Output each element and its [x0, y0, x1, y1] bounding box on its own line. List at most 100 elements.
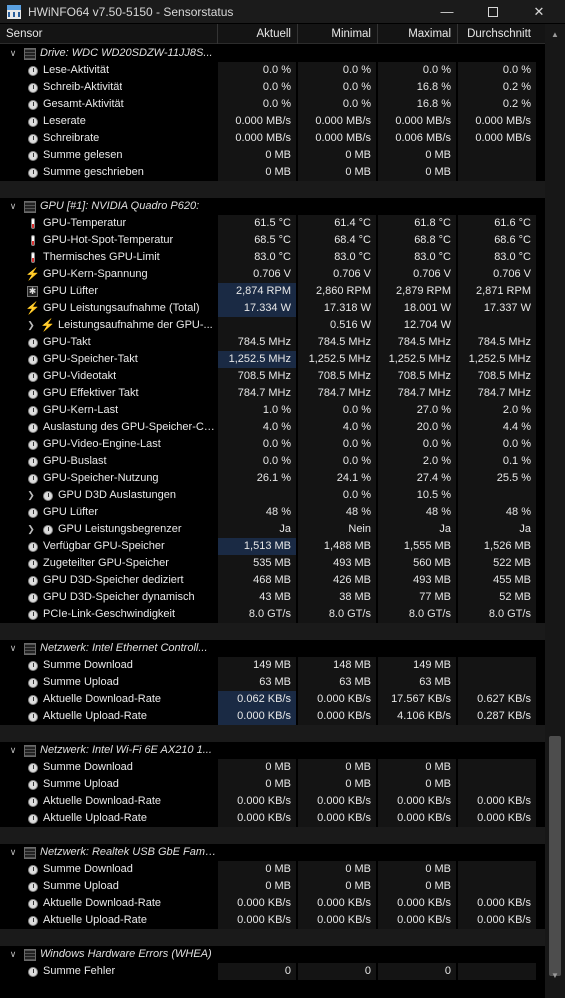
collapse-chevron-icon[interactable]: ∨ [8, 844, 18, 861]
column-header-sensor[interactable]: Sensor [0, 24, 217, 44]
device-chip-icon [24, 200, 36, 213]
sensor-label: GPU-Takt [43, 336, 91, 348]
sensor-row[interactable]: GPU-Speicher-Takt 1,252.5 MHz 1,252.5 MHz 1… [0, 351, 545, 368]
value-current [218, 45, 296, 62]
sensor-row[interactable]: Summe Upload 63 MB 63 MB 63 MB [0, 674, 545, 691]
sensor-row[interactable]: Summe gelesen 0 MB 0 MB 0 MB [0, 147, 545, 164]
sensor-row[interactable]: Gesamt-Aktivität 0.0 % 0.0 % 16.8 % 0.2 % [0, 96, 545, 113]
close-button[interactable]: ✕ [516, 0, 562, 23]
sensor-group-row[interactable]: ∨ Netzwerk: Intel Ethernet Controll... [0, 640, 545, 657]
value-current [218, 742, 296, 759]
row-spacer [0, 725, 545, 742]
expand-chevron-icon[interactable]: ❯ [26, 487, 36, 504]
expand-chevron-icon[interactable]: ❯ [26, 317, 36, 334]
column-header-average[interactable]: Durchschnitt [457, 24, 537, 44]
scroll-up-icon[interactable]: ▲ [545, 27, 565, 43]
collapse-chevron-icon[interactable]: ∨ [8, 640, 18, 657]
sensor-group-row[interactable]: ∨ Windows Hardware Errors (WHEA) [0, 946, 545, 963]
sensor-row[interactable]: Aktuelle Download-Rate 0.000 KB/s 0.000 KB… [0, 895, 545, 912]
sensor-row[interactable]: ⚡ GPU Leistungsaufnahme (Total) 17.334 W 17… [0, 300, 545, 317]
sensor-row[interactable]: GPU-Videotakt 708.5 MHz 708.5 MHz 708.5 MHz… [0, 368, 545, 385]
value-maximum: 0.0 % [378, 62, 456, 79]
sensor-row[interactable]: Summe Download 0 MB 0 MB 0 MB [0, 861, 545, 878]
sensor-row[interactable]: Verfügbar GPU-Speicher 1,513 MB 1,488 MB 1,… [0, 538, 545, 555]
sensor-row[interactable]: Aktuelle Upload-Rate 0.000 KB/s 0.000 KB/s… [0, 708, 545, 725]
sensor-label: GPU-Video-Engine-Last [43, 438, 161, 450]
value-average: 4.4 % [458, 419, 536, 436]
sensor-row[interactable]: Summe Upload 0 MB 0 MB 0 MB [0, 776, 545, 793]
sensor-name-cell: ∨ Netzwerk: Intel Wi-Fi 6E AX210 1... [0, 742, 217, 759]
sensor-row[interactable]: GPU-Kern-Last 1.0 % 0.0 % 27.0 % 2.0 % [0, 402, 545, 419]
sensor-label: GPU D3D-Speicher dediziert [43, 574, 184, 586]
sensor-row[interactable]: ❯ GPU D3D Auslastungen 0.0 % 10.5 % [0, 487, 545, 504]
column-header-maximum[interactable]: Maximal [377, 24, 457, 44]
sensor-row[interactable]: ✱ GPU Lüfter 2,874 RPM 2,860 RPM 2,879 RPM 2,… [0, 283, 545, 300]
sensor-label: GPU-Kern-Spannung [43, 268, 148, 280]
sensor-group-row[interactable]: ∨ Drive: WDC WD20SDZW-11JJ8S... [0, 45, 545, 62]
sensor-group-row[interactable]: ∨ Netzwerk: Intel Wi-Fi 6E AX210 1... [0, 742, 545, 759]
sensor-row[interactable]: Aktuelle Upload-Rate 0.000 KB/s 0.000 KB/s… [0, 810, 545, 827]
sensor-row[interactable]: GPU-Buslast 0.0 % 0.0 % 2.0 % 0.1 % [0, 453, 545, 470]
sensor-row[interactable]: ❯ GPU Leistungsbegrenzer Ja Nein Ja Ja [0, 521, 545, 538]
clock-icon [27, 473, 38, 484]
sensor-group-row[interactable]: ∨ Netzwerk: Realtek USB GbE Famil... [0, 844, 545, 861]
sensor-row[interactable]: Summe Fehler 0 0 0 [0, 963, 545, 980]
sensor-row[interactable]: Lese-Aktivität 0.0 % 0.0 % 0.0 % 0.0 % [0, 62, 545, 79]
sensor-row[interactable]: Zugeteilter GPU-Speicher 535 MB 493 MB 560 … [0, 555, 545, 572]
sensor-row[interactable]: Aktuelle Download-Rate 0.000 KB/s 0.000 KB… [0, 793, 545, 810]
sensor-name-cell: GPU Lüfter [0, 504, 217, 521]
sensor-row[interactable]: GPU-Temperatur 61.5 °C 61.4 °C 61.8 °C 61.6 … [0, 215, 545, 232]
sensor-row[interactable]: Auslastung des GPU-Speicher-Co... 4.0 % 4.… [0, 419, 545, 436]
maximize-button[interactable] [470, 0, 516, 23]
sensor-row[interactable]: GPU-Takt 784.5 MHz 784.5 MHz 784.5 MHz 784.5… [0, 334, 545, 351]
scrollbar-thumb[interactable] [549, 736, 561, 976]
sensor-row[interactable]: Summe Download 149 MB 148 MB 149 MB [0, 657, 545, 674]
minimize-button[interactable]: — [424, 0, 470, 23]
value-average [458, 776, 536, 793]
sensor-name-cell: Verfügbar GPU-Speicher [0, 538, 217, 555]
sensor-row[interactable]: Summe Upload 0 MB 0 MB 0 MB [0, 878, 545, 895]
sensor-row[interactable]: Aktuelle Upload-Rate 0.000 KB/s 0.000 KB/s… [0, 912, 545, 929]
sensor-label: Aktuelle Upload-Rate [43, 914, 147, 926]
value-average [458, 759, 536, 776]
collapse-chevron-icon[interactable]: ∨ [8, 45, 18, 62]
sensor-row[interactable]: GPU Lüfter 48 % 48 % 48 % 48 % [0, 504, 545, 521]
sensor-row[interactable]: GPU-Video-Engine-Last 0.0 % 0.0 % 0.0 % 0.0 … [0, 436, 545, 453]
sensor-row[interactable]: GPU Effektiver Takt 784.7 MHz 784.7 MHz 784… [0, 385, 545, 402]
sensor-row[interactable]: Summe Download 0 MB 0 MB 0 MB [0, 759, 545, 776]
sensor-row[interactable]: GPU-Speicher-Nutzung 26.1 % 24.1 % 27.4 % 25… [0, 470, 545, 487]
value-minimum: 0.000 KB/s [298, 691, 376, 708]
sensor-name-cell: GPU-Temperatur [0, 215, 217, 232]
sensor-row[interactable]: Leserate 0.000 MB/s 0.000 MB/s 0.000 MB/s 0.… [0, 113, 545, 130]
column-header-current[interactable]: Aktuell [217, 24, 297, 44]
expand-chevron-icon[interactable]: ❯ [26, 521, 36, 538]
sensor-row[interactable]: ⚡ GPU-Kern-Spannung 0.706 V 0.706 V 0.706 V0… [0, 266, 545, 283]
collapse-chevron-icon[interactable]: ∨ [8, 946, 18, 963]
column-header-minimum[interactable]: Minimal [297, 24, 377, 44]
sensor-group-row[interactable]: ∨ GPU [#1]: NVIDIA Quadro P620: [0, 198, 545, 215]
value-maximum: 4.106 KB/s [378, 708, 456, 725]
scroll-down-icon[interactable]: ▼ [545, 968, 565, 984]
value-current: 63 MB [218, 674, 296, 691]
sensor-label: GPU-Hot-Spot-Temperatur [43, 234, 174, 246]
value-average [458, 487, 536, 504]
value-maximum: 0 MB [378, 147, 456, 164]
sensor-row[interactable]: Schreib-Aktivität 0.0 % 0.0 % 16.8 % 0.2 % [0, 79, 545, 96]
sensor-row[interactable]: GPU D3D-Speicher dynamisch 43 MB 38 MB 77 M… [0, 589, 545, 606]
sensor-row[interactable]: GPU D3D-Speicher dediziert 468 MB 426 MB 49… [0, 572, 545, 589]
sensor-label: Schreibrate [43, 132, 100, 144]
value-minimum: 0 [298, 963, 376, 980]
sensor-row[interactable]: ❯ ⚡ Leistungsaufnahme der GPU-... 0.516 W 12… [0, 317, 545, 334]
vertical-scrollbar[interactable]: ▲ ▼ [545, 24, 565, 998]
sensor-row[interactable]: Schreibrate 0.000 MB/s 0.000 MB/s 0.006 MB/… [0, 130, 545, 147]
sensor-row[interactable]: GPU-Hot-Spot-Temperatur 68.5 °C 68.4 °C 68.… [0, 232, 545, 249]
clock-icon [27, 813, 38, 824]
collapse-chevron-icon[interactable]: ∨ [8, 198, 18, 215]
value-maximum: 0.000 KB/s [378, 912, 456, 929]
sensor-label: GPU Lüfter [43, 506, 99, 518]
collapse-chevron-icon[interactable]: ∨ [8, 742, 18, 759]
sensor-row[interactable]: Thermisches GPU-Limit 83.0 °C 83.0 °C 83.0 … [0, 249, 545, 266]
sensor-row[interactable]: PCIe-Link-Geschwindigkeit 8.0 GT/s 8.0 GT/… [0, 606, 545, 623]
sensor-row[interactable]: Aktuelle Download-Rate 0.062 KB/s 0.000 KB… [0, 691, 545, 708]
sensor-row[interactable]: Summe geschrieben 0 MB 0 MB 0 MB [0, 164, 545, 181]
